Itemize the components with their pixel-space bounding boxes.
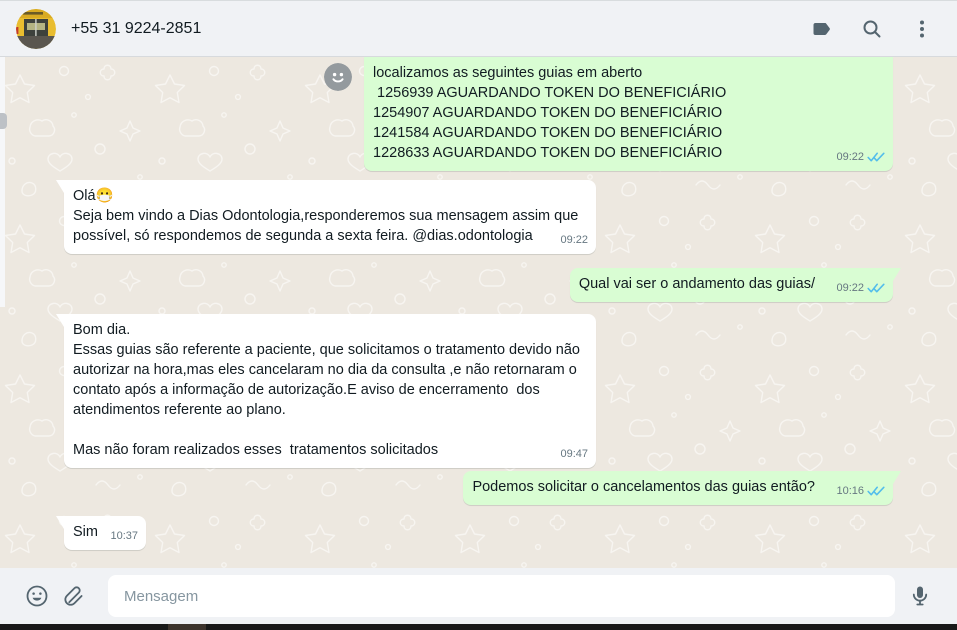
message-meta: 09:22	[560, 230, 588, 250]
message-time: 10:16	[836, 485, 864, 497]
microphone-icon[interactable]	[907, 583, 933, 609]
message-meta: 09:47	[560, 444, 588, 464]
message-text: Podemos solicitar o cancelamentos das gu…	[472, 479, 815, 495]
message-row: Sim 10:37	[64, 516, 893, 550]
attachment-icon[interactable]	[62, 583, 88, 609]
message-meta: 10:16	[836, 481, 885, 501]
message-bubble[interactable]: localizamos as seguintes guias em aberto…	[364, 57, 893, 171]
message-time: 09:22	[560, 234, 588, 246]
message-text: Sim	[73, 524, 98, 540]
message-list: localizamos as seguintes guias em aberto…	[0, 57, 957, 550]
message-text: Bom dia. Essas guias são referente a pac…	[73, 322, 580, 458]
taskbar-strip	[0, 624, 957, 630]
message-meta: 10:37	[110, 526, 138, 546]
message-text: localizamos as seguintes guias em aberto…	[373, 65, 727, 161]
whatsapp-window: +55 31 9224-2851 localizamos as seguinte…	[0, 0, 957, 630]
message-text: Qual vai ser o andamento das guias/	[578, 276, 815, 292]
message-row: Bom dia. Essas guias são referente a pac…	[64, 314, 893, 468]
message-bubble[interactable]: Podemos solicitar o cancelamentos das gu…	[463, 471, 893, 505]
message-meta: 09:22	[836, 147, 885, 167]
contact-avatar[interactable]	[16, 8, 56, 49]
composer-bar	[0, 568, 957, 624]
double-check-icon	[867, 151, 885, 163]
message-time: 09:22	[836, 282, 864, 294]
emoji-icon[interactable]	[24, 583, 50, 609]
kebab-menu-icon[interactable]	[910, 17, 934, 41]
default-avatar-icon	[324, 63, 352, 91]
message-time: 10:37	[110, 530, 138, 542]
message-row: Qual vai ser o andamento das guias/ 09:2…	[64, 268, 893, 302]
double-check-icon	[867, 282, 885, 294]
message-input[interactable]	[108, 575, 895, 617]
chat-header: +55 31 9224-2851	[0, 1, 957, 57]
message-time: 09:22	[836, 151, 864, 163]
sender-default-avatar[interactable]	[324, 63, 352, 91]
message-bubble[interactable]: Bom dia. Essas guias são referente a pac…	[64, 314, 596, 468]
message-row: Podemos solicitar o cancelamentos das gu…	[64, 471, 893, 505]
message-meta: 09:22	[836, 278, 885, 298]
message-bubble[interactable]: Sim 10:37	[64, 516, 146, 550]
taskbar-strip-segment	[168, 624, 206, 630]
message-row: localizamos as seguintes guias em aberto…	[64, 57, 893, 171]
chat-area: localizamos as seguintes guias em aberto…	[0, 57, 957, 568]
message-row: Olá😷 Seja bem vindo a Dias Odontologia,r…	[64, 180, 893, 254]
message-time: 09:47	[560, 448, 588, 460]
message-bubble[interactable]: Qual vai ser o andamento das guias/ 09:2…	[569, 268, 893, 302]
message-text: Olá😷 Seja bem vindo a Dias Odontologia,r…	[73, 188, 579, 244]
double-check-icon	[867, 485, 885, 497]
header-actions	[810, 17, 934, 41]
message-bubble[interactable]: Olá😷 Seja bem vindo a Dias Odontologia,r…	[64, 180, 596, 254]
search-icon[interactable]	[860, 17, 884, 41]
contact-name[interactable]: +55 31 9224-2851	[71, 20, 810, 38]
storefront-photo	[16, 8, 56, 49]
label-icon[interactable]	[810, 17, 834, 41]
